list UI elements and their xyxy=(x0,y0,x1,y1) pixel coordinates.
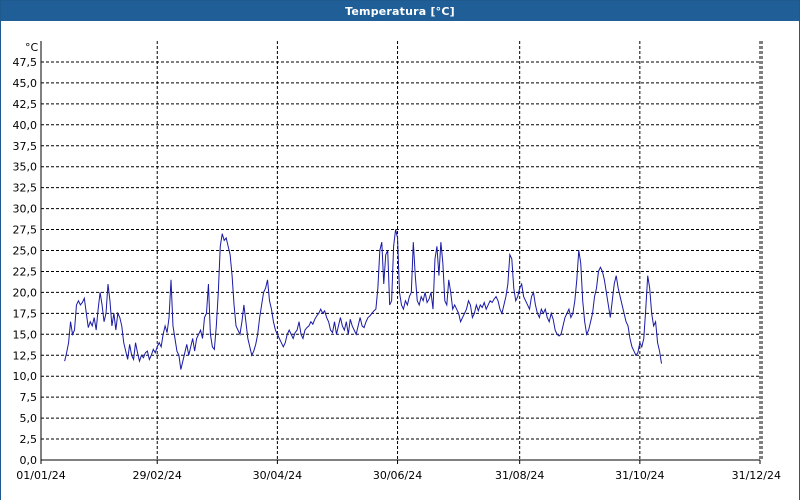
y-tick-label: 2,5 xyxy=(20,433,38,446)
y-tick-label: 32,5 xyxy=(13,182,38,195)
y-tick-label: 0,0 xyxy=(20,454,38,467)
window-title: Temperatura [°C] xyxy=(1,1,799,21)
y-tick-label: 45,0 xyxy=(13,77,38,90)
y-tick-label: 15,0 xyxy=(13,328,38,341)
y-tick-label: 5,0 xyxy=(20,412,38,425)
y-tick-label: 30,0 xyxy=(13,203,38,216)
y-tick-label: 7,5 xyxy=(20,391,38,404)
y-tick-label: 12,5 xyxy=(13,349,38,362)
x-tick-label: 30/06/24 xyxy=(373,469,422,482)
chart-window: Temperatura [°C] 0,0 2,5 5,0 7,5 10,0 12,5 15,… xyxy=(0,0,800,500)
y-tick-label: 35,0 xyxy=(13,161,38,174)
y-tick-label: 25,0 xyxy=(13,245,38,258)
x-tick-label: 30/04/24 xyxy=(253,469,302,482)
y-tick-label: 22,5 xyxy=(13,265,38,278)
y-tick-label: 40,0 xyxy=(13,119,38,132)
x-tick-label: 31/12/24 xyxy=(732,469,781,482)
plot-background xyxy=(1,21,799,500)
x-tick-label: 31/10/24 xyxy=(615,469,664,482)
x-tick-label: 01/01/24 xyxy=(16,469,65,482)
y-tick-label: 10,0 xyxy=(13,370,38,383)
y-tick-label: 37,5 xyxy=(13,140,38,153)
x-tick-label: 29/02/24 xyxy=(133,469,182,482)
x-tick-label: 31/08/24 xyxy=(495,469,544,482)
y-tick-label: 27,5 xyxy=(13,224,38,237)
y-tick-label: 42,5 xyxy=(13,98,38,111)
y-tick-label: 20,0 xyxy=(13,286,38,299)
temperature-chart: 0,0 2,5 5,0 7,5 10,0 12,5 15,0 17,5 20,0 22,5 25,0… xyxy=(1,21,799,500)
y-tick-label: 47,5 xyxy=(13,56,38,69)
y-tick-label: 17,5 xyxy=(13,307,38,320)
y-axis-unit-label: °C xyxy=(25,41,39,54)
